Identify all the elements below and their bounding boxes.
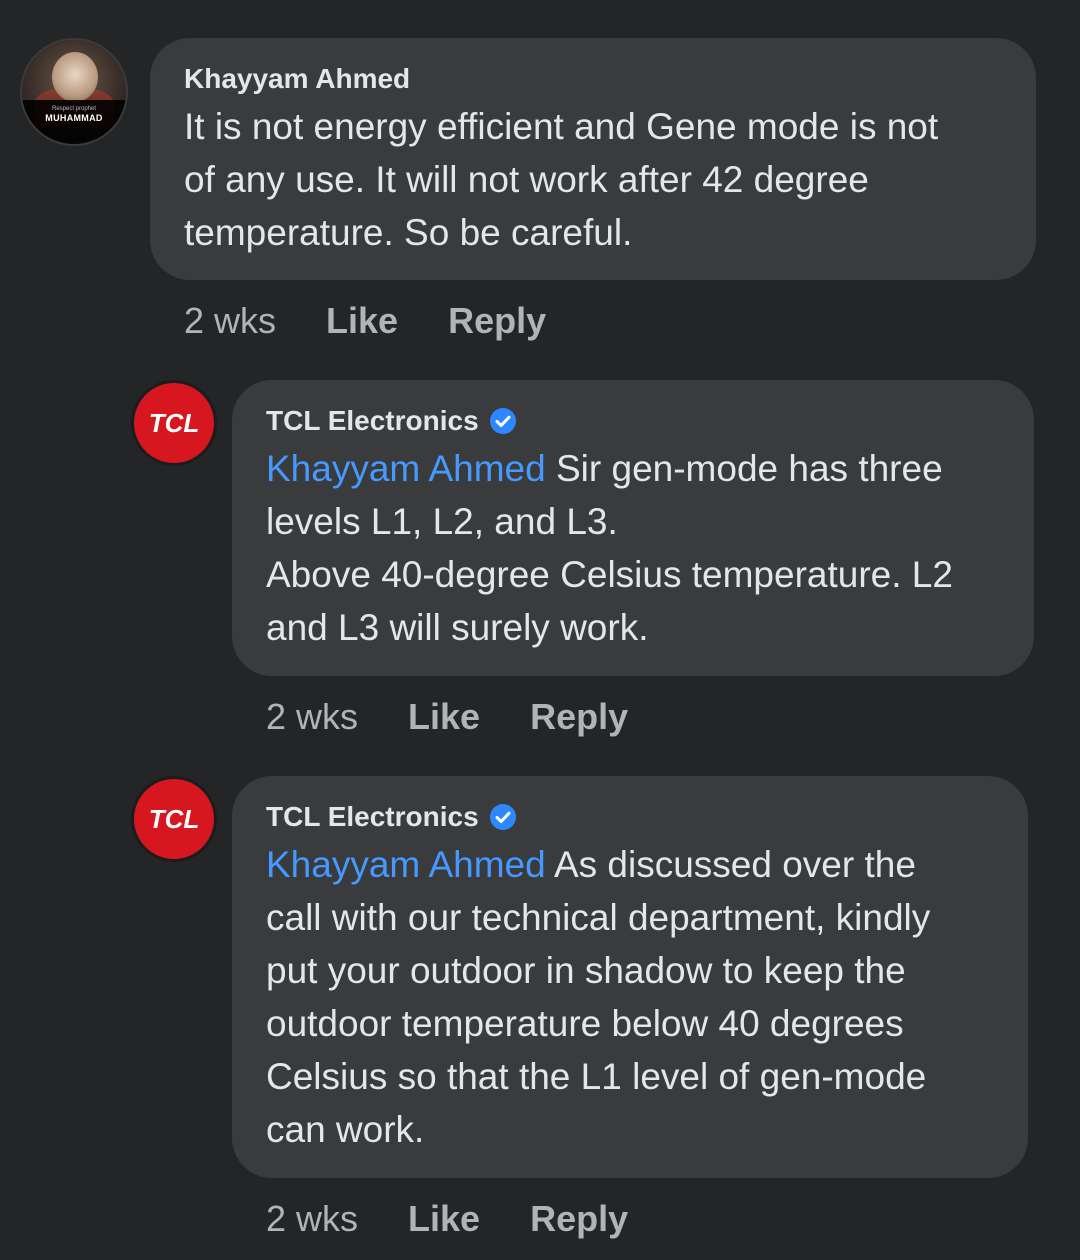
tcl-logo-text: TCL (148, 803, 200, 834)
comment-author[interactable]: TCL Electronics (266, 404, 1000, 438)
verified-badge-icon (489, 803, 517, 831)
comment-actions: 2 wks Like Reply (184, 300, 546, 342)
author-name[interactable]: TCL Electronics (266, 800, 479, 834)
avatar-face (52, 52, 98, 102)
tcl-avatar[interactable]: TCL (134, 383, 214, 463)
comment-bubble: TCL Electronics Khayyam Ahmed As discuss… (232, 776, 1028, 1178)
avatar-banner: Respect prophet MUHAMMAD (22, 100, 126, 144)
author-name[interactable]: Khayyam Ahmed (184, 62, 410, 96)
comment-time[interactable]: 2 wks (184, 300, 276, 342)
like-button[interactable]: Like (408, 1198, 480, 1240)
comment-time[interactable]: 2 wks (266, 696, 358, 738)
reply-button[interactable]: Reply (530, 696, 628, 738)
comment-author[interactable]: TCL Electronics (266, 800, 994, 834)
comment-bubble: Khayyam Ahmed It is not energy efficient… (150, 38, 1036, 280)
comment-time[interactable]: 2 wks (266, 1198, 358, 1240)
verified-badge-icon (489, 407, 517, 435)
comment-bubble: TCL Electronics Khayyam Ahmed Sir gen-mo… (232, 380, 1034, 676)
tcl-avatar[interactable]: TCL (134, 779, 214, 859)
like-button[interactable]: Like (408, 696, 480, 738)
reply-button[interactable]: Reply (530, 1198, 628, 1240)
comment-author[interactable]: Khayyam Ahmed (184, 62, 1002, 96)
comment-text: It is not energy efficient and Gene mode… (184, 100, 1002, 259)
comment-text: Khayyam Ahmed As discussed over the call… (266, 838, 994, 1156)
reply-button[interactable]: Reply (448, 300, 546, 342)
avatar-banner-text: MUHAMMAD (45, 113, 103, 123)
comment-body: As discussed over the call with our tech… (266, 844, 931, 1150)
author-name[interactable]: TCL Electronics (266, 404, 479, 438)
user-avatar[interactable]: Respect prophet MUHAMMAD (22, 40, 126, 144)
avatar-banner-small: Respect prophet (51, 106, 97, 112)
mention-link[interactable]: Khayyam Ahmed (266, 448, 546, 489)
tcl-logo-text: TCL (148, 407, 200, 438)
comment-body: It is not energy efficient and Gene mode… (184, 106, 939, 253)
comment-text: Khayyam Ahmed Sir gen-mode has three lev… (266, 442, 1000, 654)
mention-link[interactable]: Khayyam Ahmed (266, 844, 546, 885)
like-button[interactable]: Like (326, 300, 398, 342)
comment-actions: 2 wks Like Reply (266, 696, 628, 738)
comment-actions: 2 wks Like Reply (266, 1198, 628, 1240)
